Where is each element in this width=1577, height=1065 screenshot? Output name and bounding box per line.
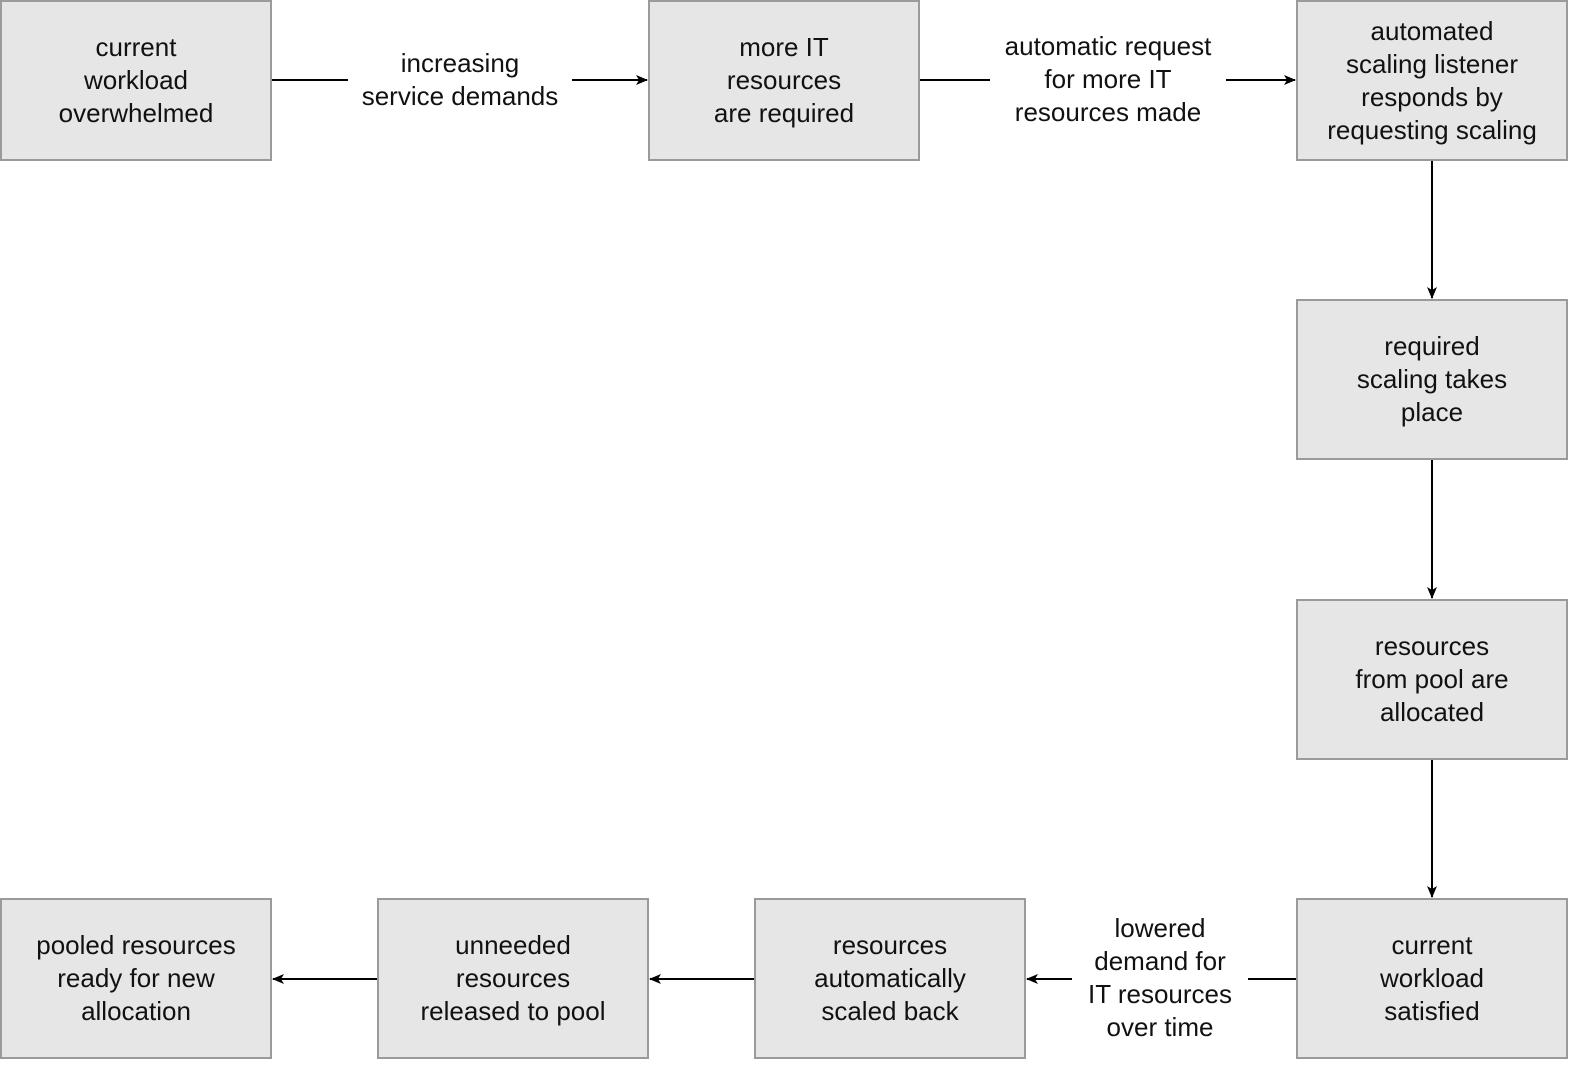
node-workload-satisfied: current workload satisfied <box>1296 898 1568 1059</box>
edge-label-lowered-demand: lowered demand for IT resources over tim… <box>1072 912 1248 1044</box>
node-released-to-pool: unneeded resources released to pool <box>377 898 649 1059</box>
node-resources-scaled-back: resources automatically scaled back <box>754 898 1026 1059</box>
edge-label-automatic-request: automatic request for more IT resources … <box>990 30 1226 129</box>
node-scaling-listener: automated scaling listener responds by r… <box>1296 0 1568 161</box>
node-more-resources-required: more IT resources are required <box>648 0 920 161</box>
node-workload-overwhelmed: current workload overwhelmed <box>0 0 272 161</box>
node-pooled-ready: pooled resources ready for new allocatio… <box>0 898 272 1059</box>
edge-label-increasing-demands: increasing service demands <box>348 47 572 113</box>
node-resources-allocated: resources from pool are allocated <box>1296 599 1568 760</box>
node-scaling-takes-place: required scaling takes place <box>1296 299 1568 460</box>
